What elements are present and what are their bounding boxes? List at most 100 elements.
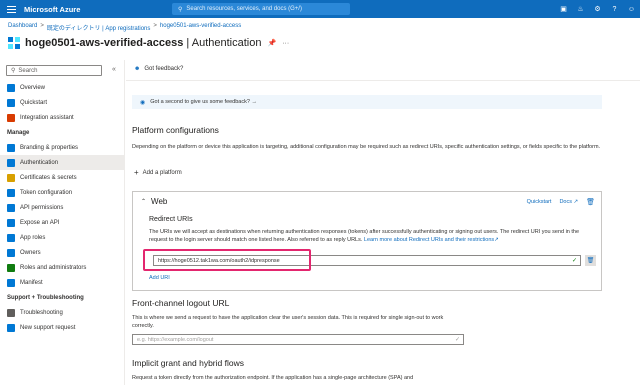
breadcrumb-app-registrations[interactable]: 既定のディレクトリ | App registrations — [47, 23, 151, 32]
trash-icon: 🗑 — [586, 258, 595, 264]
key-icon — [7, 173, 15, 182]
sidebar-item-quickstart[interactable]: Quickstart — [0, 95, 124, 110]
roles-icon — [7, 233, 15, 242]
sidebar-item-authentication[interactable]: Authentication — [0, 155, 124, 170]
redirect-link-label: Learn more about Redirect URIs and their… — [363, 237, 495, 243]
search-icon: ⚲ — [178, 6, 183, 13]
sidebar-item-label: Quickstart — [20, 99, 48, 106]
add-platform-label: Add a platform — [142, 169, 182, 176]
sidebar-item-troubleshooting[interactable]: Troubleshooting — [0, 305, 124, 320]
chevron-up-icon: ⌃ — [141, 199, 147, 205]
global-search-input[interactable]: ⚲ Search resources, services, and docs (… — [172, 3, 350, 15]
platform-heading: Platform configurations — [132, 125, 219, 135]
rocket-icon — [7, 113, 15, 122]
info-icon: ◉ — [140, 99, 146, 106]
sidebar-item-manifest[interactable]: Manifest — [0, 275, 124, 290]
external-link-icon: ↗ — [573, 199, 579, 205]
implicit-heading: Implicit grant and hybrid flows — [132, 358, 244, 368]
more-icon[interactable]: ··· — [282, 40, 289, 47]
sidebar-item-label: Expose an API — [20, 219, 60, 226]
quickstart-link[interactable]: Quickstart — [527, 199, 552, 205]
sidebar-item-owners[interactable]: Owners — [0, 245, 124, 260]
global-search-placeholder: Search resources, services, and docs (G+… — [186, 6, 302, 12]
sidebar-item-expose-an-api[interactable]: Expose an API — [0, 215, 124, 230]
app-registration-icon — [8, 37, 20, 49]
sidebar-item-label: Token configuration — [20, 189, 73, 196]
logout-placeholder: e.g. https://example.com/logout — [137, 336, 214, 343]
admin-icon — [7, 263, 15, 272]
web-platform-card: ⌃ Web Quickstart Docs ↗ 🗑 Redirect URIs … — [132, 191, 602, 291]
sidebar-item-label: Certificates & secrets — [20, 174, 77, 181]
sidebar-item-overview[interactable]: Overview — [0, 80, 124, 95]
sidebar-item-label: Troubleshooting — [20, 309, 63, 316]
branding-icon — [7, 143, 15, 152]
add-platform-button[interactable]: + Add a platform — [134, 168, 182, 177]
brand-title[interactable]: Microsoft Azure — [24, 5, 80, 14]
page-title-app: hoge0501-aws-verified-access — [25, 37, 184, 49]
redirect-uris-description: The URIs we will accept as destinations … — [149, 228, 597, 244]
divider — [126, 80, 640, 81]
breadcrumb-dashboard[interactable]: Dashboard — [8, 23, 37, 32]
sidebar-item-new-support-request[interactable]: New support request — [0, 320, 124, 335]
search-icon: ⚲ — [11, 68, 16, 74]
web-actions: Quickstart Docs ↗ 🗑 — [527, 198, 595, 206]
sidebar-item-label: Manifest — [20, 279, 43, 286]
bell-icon[interactable]: ♨ — [572, 0, 589, 18]
sidebar-search-input[interactable]: ⚲ Search — [6, 65, 102, 76]
logout-url-input[interactable]: e.g. https://example.com/logout ✓ — [132, 334, 464, 345]
docs-link[interactable]: Docs ↗ — [559, 199, 578, 205]
feedback-icon[interactable]: ☺ — [623, 0, 640, 18]
terminal-icon[interactable]: ▣ — [555, 0, 572, 18]
delete-uri-button[interactable]: 🗑 — [585, 255, 596, 266]
logout-heading: Front-channel logout URL — [132, 298, 230, 308]
sidebar-item-label: Owners — [20, 249, 41, 256]
sidebar-item-token-configuration[interactable]: Token configuration — [0, 185, 124, 200]
sidebar-item-integration-assistant[interactable]: Integration assistant — [0, 110, 124, 125]
got-feedback-button[interactable]: Got feedback? — [144, 66, 183, 72]
cloud-expose-icon — [7, 218, 15, 227]
help-icon[interactable]: ? — [606, 0, 623, 18]
redirect-learn-more-link[interactable]: Learn more about Redirect URIs and their… — [364, 237, 499, 243]
redirect-uris-heading: Redirect URIs — [149, 216, 193, 223]
sidebar-item-label: Branding & properties — [20, 144, 79, 151]
top-icons: ▣ ♨ ⚙ ? ☺ — [555, 0, 640, 18]
token-icon — [7, 188, 15, 197]
feedback-icon: ☻ — [134, 66, 141, 72]
implicit-description: Request a token directly from the author… — [132, 375, 414, 381]
manifest-icon — [7, 278, 15, 287]
check-icon: ✓ — [454, 337, 460, 343]
pin-icon[interactable]: 📌 — [267, 39, 276, 47]
owners-icon — [7, 248, 15, 257]
main-content: ☻ Got feedback? ◉ Got a second to give u… — [126, 60, 640, 385]
menu-icon[interactable] — [0, 0, 22, 18]
page-title-section: Authentication — [191, 37, 262, 49]
sidebar-item-certificates-secrets[interactable]: Certificates & secrets — [0, 170, 124, 185]
add-uri-link[interactable]: Add URI — [149, 275, 170, 281]
sidebar-heading-manage: Manage — [7, 129, 30, 136]
support-icon — [7, 323, 15, 332]
sidebar-item-branding-properties[interactable]: Branding & properties — [0, 140, 124, 155]
feedback-banner[interactable]: ◉ Got a second to give us some feedback?… — [132, 95, 602, 109]
wrench-icon — [7, 308, 15, 317]
api-icon — [7, 203, 15, 212]
sidebar-item-app-roles[interactable]: App roles — [0, 230, 124, 245]
check-icon: ✓ — [571, 258, 577, 264]
page-title: hoge0501-aws-verified-access | Authentic… — [25, 37, 261, 49]
cloud-icon — [7, 98, 15, 107]
sidebar-item-label: Roles and administrators — [20, 264, 87, 271]
sidebar: ⚲ Search « Overview Quickstart Integration… — [0, 60, 125, 385]
sidebar-nav: Overview Quickstart Integration assistant M… — [0, 80, 124, 335]
settings-icon[interactable]: ⚙ — [589, 0, 606, 18]
breadcrumb: Dashboard > 既定のディレクトリ | App registration… — [8, 23, 241, 32]
sidebar-item-api-permissions[interactable]: API permissions — [0, 200, 124, 215]
feedback-banner-text: Got a second to give us some feedback? → — [150, 99, 257, 105]
breadcrumb-app[interactable]: hoge0501-aws-verified-access — [160, 23, 241, 32]
collapse-icon[interactable]: « — [112, 66, 116, 73]
page-header: hoge0501-aws-verified-access | Authentic… — [8, 37, 289, 49]
web-section-toggle[interactable]: ⌃ Web — [141, 197, 167, 206]
chevron-right-icon: > — [153, 23, 157, 29]
page-title-separator: | — [183, 37, 192, 49]
trash-icon[interactable]: 🗑 — [586, 198, 595, 206]
sidebar-heading-support: Support + Troubleshooting — [7, 294, 84, 301]
sidebar-item-roles-and-administrators[interactable]: Roles and administrators — [0, 260, 124, 275]
